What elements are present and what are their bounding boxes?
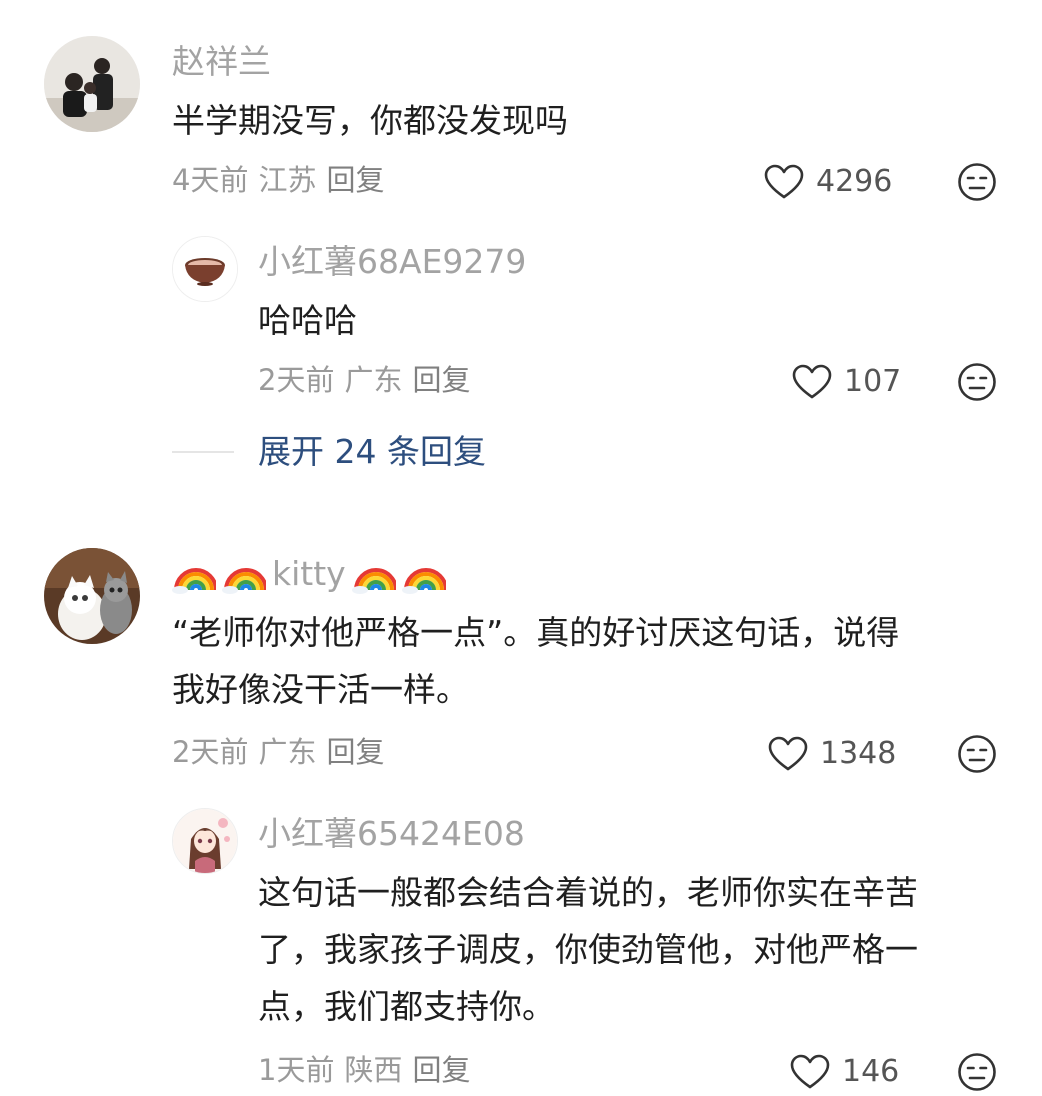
rainbow-emoji-icon (222, 554, 268, 594)
dislike-button[interactable] (957, 1052, 997, 1092)
reply-time: 2天前 (258, 363, 335, 397)
reply-time: 1天前 (258, 1053, 335, 1087)
unamused-face-icon (958, 363, 996, 401)
like-button[interactable]: 1348 (768, 732, 896, 776)
reply-button[interactable]: 回复 (326, 735, 384, 769)
like-button[interactable]: 107 (792, 360, 901, 404)
dislike-button[interactable] (957, 162, 997, 202)
reply-text: 哈哈哈 (258, 301, 357, 340)
reply-author[interactable]: 小红薯68AE9279 (258, 242, 526, 282)
heart-outline-icon (764, 164, 804, 199)
unamused-face-icon (958, 735, 996, 773)
cats-avatar-icon (44, 548, 140, 644)
like-count: 4296 (816, 164, 893, 199)
reply-button[interactable]: 回复 (326, 163, 384, 197)
avatar[interactable] (172, 236, 238, 302)
reply-button[interactable]: 回复 (412, 363, 470, 397)
expand-replies[interactable]: 展开 24 条回复 (172, 430, 486, 474)
dislike-button[interactable] (957, 362, 997, 402)
reply-location: 陕西 (344, 1053, 403, 1087)
reply-meta: 2天前 广东 回复 (258, 362, 480, 398)
anime-girl-avatar-icon (173, 809, 237, 873)
comment-author[interactable]: kitty (172, 554, 452, 594)
reply-meta: 1天前 陕西 回复 (258, 1052, 480, 1088)
heart-outline-icon (790, 1054, 830, 1089)
bowl-avatar-icon (173, 237, 237, 301)
reply-author[interactable]: 小红薯65424E08 (258, 814, 525, 854)
avatar[interactable] (44, 36, 140, 132)
unamused-face-icon (958, 163, 996, 201)
like-count: 146 (842, 1054, 900, 1089)
like-button[interactable]: 146 (790, 1050, 899, 1094)
reply-text-line: 了，我家孩子调皮，你使劲管他，对他严格一 (258, 930, 918, 969)
rainbow-emoji-icon (351, 554, 398, 594)
comment-time: 2天前 (172, 735, 249, 769)
dislike-button[interactable] (957, 734, 997, 774)
comment-text-line: “老师你对他严格一点”。真的好讨厌这句话，说得 (172, 613, 900, 652)
rainbow-emoji-icon (172, 554, 218, 594)
comment-location: 广东 (258, 735, 317, 769)
comment-text: 半学期没写，你都没发现吗 (172, 101, 568, 140)
divider (172, 451, 234, 453)
comment-text: “老师你对他严格一点”。真的好讨厌这句话，说得 我好像没干活一样。 (172, 604, 899, 718)
reply-text-line: 点，我们都支持你。 (258, 987, 555, 1026)
reply-button[interactable]: 回复 (412, 1053, 470, 1087)
reply-location: 广东 (344, 363, 403, 397)
comment-meta: 4天前 江苏 回复 (172, 162, 394, 198)
comment-time: 4天前 (172, 163, 249, 197)
expand-replies-label[interactable]: 展开 24 条回复 (258, 430, 486, 474)
comment-location: 江苏 (258, 163, 317, 197)
author-name: kitty (272, 554, 346, 593)
rainbow-emoji-icon (401, 554, 448, 594)
comment-text-line: 我好像没干活一样。 (172, 670, 469, 709)
heart-outline-icon (792, 364, 832, 399)
like-count: 107 (844, 364, 902, 399)
reply-text: 这句话一般都会结合着说的，老师你实在辛苦 了，我家孩子调皮，你使劲管他，对他严格… (258, 864, 918, 1035)
heart-outline-icon (768, 736, 808, 771)
reply-text-line: 这句话一般都会结合着说的，老师你实在辛苦 (258, 873, 918, 912)
comment-meta: 2天前 广东 回复 (172, 734, 394, 770)
avatar[interactable] (44, 548, 140, 644)
avatar[interactable] (172, 808, 238, 874)
like-button[interactable]: 4296 (764, 160, 892, 204)
unamused-face-icon (958, 1053, 996, 1091)
comment-author[interactable]: 赵祥兰 (172, 42, 271, 82)
like-count: 1348 (820, 736, 897, 771)
family-photo-avatar-icon (44, 36, 140, 132)
